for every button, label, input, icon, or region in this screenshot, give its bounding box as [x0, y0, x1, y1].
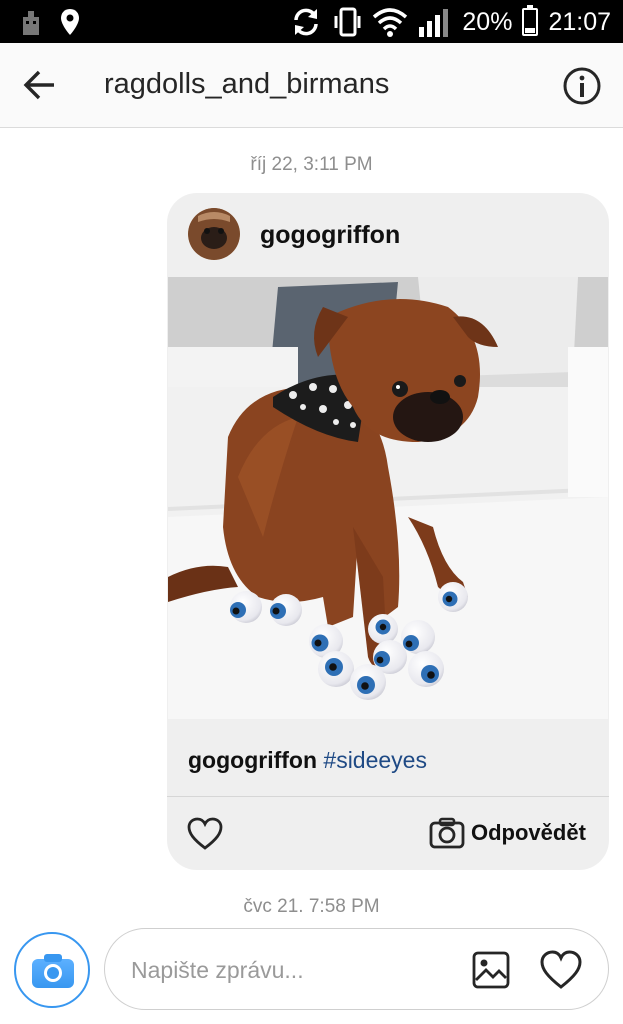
building-icon	[23, 11, 39, 35]
avatar[interactable]	[188, 208, 240, 260]
reply-label: Odpovědět	[471, 820, 586, 845]
vibrate-icon	[334, 7, 361, 37]
back-button[interactable]	[20, 65, 60, 105]
arrow-left-icon	[23, 70, 54, 100]
gallery-button[interactable]	[471, 950, 511, 990]
chat-header: ragdolls_and_birmans	[0, 43, 623, 128]
clock: 21:07	[548, 7, 611, 36]
message-timestamp: čvc 21. 7:58 PM	[243, 896, 380, 917]
image-icon	[472, 951, 510, 989]
post-author[interactable]: gogogriffon	[260, 221, 400, 250]
reply-button[interactable]: Odpovědět	[429, 815, 586, 851]
battery-icon	[522, 5, 539, 36]
info-icon	[563, 67, 601, 105]
camera-icon	[429, 817, 465, 849]
heart-icon	[540, 950, 582, 989]
message-composer	[104, 928, 609, 1010]
like-button[interactable]	[187, 817, 223, 851]
signal-icon	[419, 9, 449, 37]
post-caption: gogogriffon #sideeyes	[188, 747, 427, 774]
battery-percent: 20%	[462, 7, 513, 36]
camera-icon	[32, 954, 74, 988]
message-input[interactable]	[131, 951, 451, 989]
post-image[interactable]	[168, 277, 608, 719]
camera-button[interactable]	[14, 932, 90, 1008]
location-icon	[61, 9, 79, 35]
caption-username[interactable]: gogogriffon	[188, 747, 317, 773]
caption-hashtag[interactable]: #sideeyes	[323, 747, 427, 773]
sync-icon	[294, 8, 319, 36]
heart-icon	[187, 817, 223, 850]
shared-post[interactable]: gogogriffon gogogriffon #sideeyes Odpově…	[167, 193, 609, 870]
conversation-title[interactable]: ragdolls_and_birmans	[104, 68, 389, 101]
divider	[167, 796, 609, 797]
wifi-icon	[373, 8, 408, 37]
shared-post-header[interactable]: gogogriffon	[167, 193, 609, 277]
info-button[interactable]	[562, 66, 602, 106]
status-bar: 20% 21:07	[0, 0, 623, 43]
send-like-button[interactable]	[539, 950, 583, 990]
message-timestamp: říj 22, 3:11 PM	[250, 154, 373, 175]
